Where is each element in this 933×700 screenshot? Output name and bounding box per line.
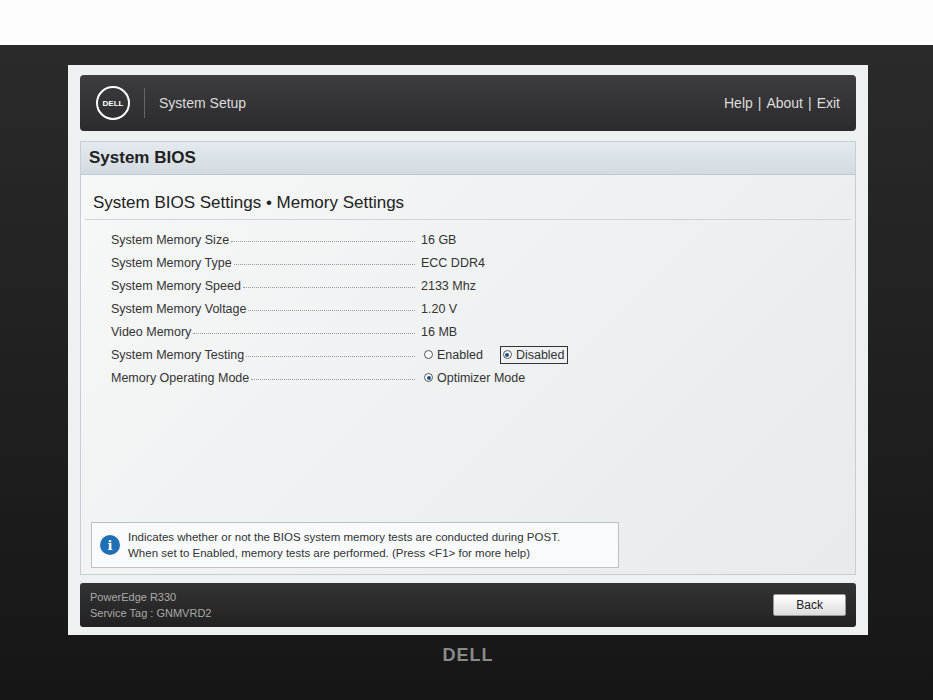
- radio-icon[interactable]: [503, 350, 512, 359]
- setting-label: System Memory Type: [111, 256, 421, 270]
- link-separator: |: [808, 95, 812, 111]
- setting-label: System Memory Voltage: [111, 302, 421, 316]
- info-icon: i: [100, 535, 120, 555]
- page-title: System BIOS: [81, 142, 855, 175]
- screen: DELL System Setup Help| About| Exit Syst…: [68, 65, 868, 635]
- setting-row: Video Memory 16 MB: [111, 320, 855, 343]
- footer: PowerEdge R330 Service Tag : GNMVRD2 Bac…: [80, 583, 856, 627]
- header-divider: [144, 88, 145, 118]
- content-panel: System BIOS System BIOS Settings • Memor…: [80, 141, 856, 575]
- header-link[interactable]: Exit: [817, 95, 840, 111]
- setting-value: 2133 Mhz: [421, 279, 476, 293]
- setting-label: System Memory Testing: [111, 348, 421, 362]
- monitor: DELL System Setup Help| About| Exit Syst…: [0, 45, 933, 700]
- setting-row: System Memory Testing Enabled Disabled: [111, 343, 855, 366]
- radio-option[interactable]: Disabled: [500, 346, 568, 364]
- link-separator: |: [758, 95, 762, 111]
- radio-icon[interactable]: [424, 350, 433, 359]
- setting-value: ECC DDR4: [421, 256, 485, 270]
- setting-label: System Memory Size: [111, 233, 421, 247]
- help-text: Indicates whether or not the BIOS system…: [128, 529, 560, 561]
- radio-icon[interactable]: [424, 373, 433, 382]
- setting-row: System Memory Voltage 1.20 V: [111, 297, 855, 320]
- dell-logo-icon: DELL: [96, 86, 130, 120]
- monitor-logo: DELL: [68, 645, 868, 666]
- setting-value: 16 MB: [421, 325, 457, 339]
- setting-value[interactable]: Optimizer Mode: [421, 369, 528, 387]
- page-subtitle: System BIOS Settings • Memory Settings: [85, 175, 851, 220]
- setting-row: Memory Operating Mode Optimizer Mode: [111, 366, 855, 389]
- setting-label: System Memory Speed: [111, 279, 421, 293]
- back-button[interactable]: Back: [773, 594, 846, 616]
- header: DELL System Setup Help| About| Exit: [80, 75, 856, 131]
- setting-value[interactable]: Enabled Disabled: [421, 346, 568, 364]
- model-name: PowerEdge R330: [90, 589, 211, 605]
- header-title: System Setup: [159, 95, 246, 111]
- service-tag: Service Tag : GNMVRD2: [90, 605, 211, 621]
- header-link[interactable]: About: [766, 95, 803, 111]
- setting-row: System Memory Speed 2133 Mhz: [111, 274, 855, 297]
- radio-option[interactable]: Enabled: [421, 346, 486, 364]
- header-links: Help| About| Exit: [724, 95, 840, 111]
- setting-row: System Memory Type ECC DDR4: [111, 251, 855, 274]
- setting-value: 1.20 V: [421, 302, 457, 316]
- setting-value: 16 GB: [421, 233, 456, 247]
- settings-list: System Memory Size 16 GBSystem Memory Ty…: [81, 220, 855, 389]
- radio-option[interactable]: Optimizer Mode: [421, 369, 528, 387]
- help-box: i Indicates whether or not the BIOS syst…: [91, 522, 619, 568]
- header-link[interactable]: Help: [724, 95, 753, 111]
- setting-label: Video Memory: [111, 325, 421, 339]
- setting-label: Memory Operating Mode: [111, 371, 421, 385]
- setting-row: System Memory Size 16 GB: [111, 228, 855, 251]
- background: [0, 0, 933, 45]
